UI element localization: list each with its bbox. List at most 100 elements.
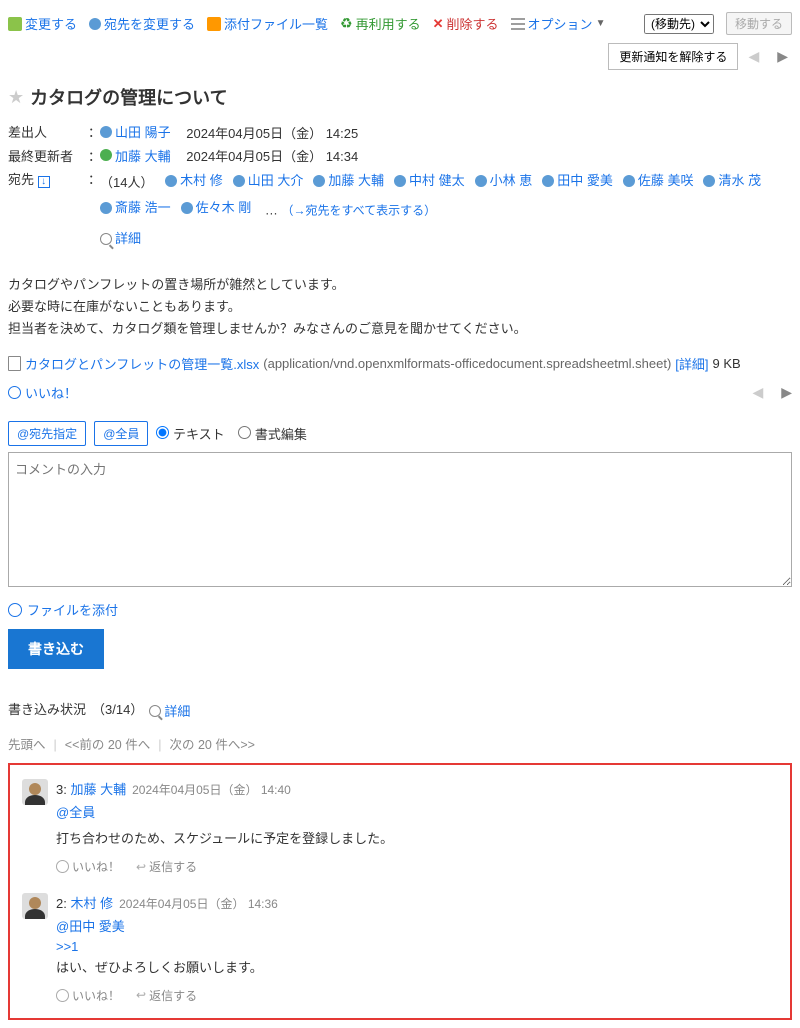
recipient-link[interactable]: 加藤 大輔 [328,169,384,194]
sender-value: 山田 陽子 2024年04月05日（金） 14:25 [100,122,792,142]
main-toolbar: 変更する 宛先を変更する 添付ファイル一覧 ♻再利用する ✕削除する オプション… [8,8,792,41]
recipient-link[interactable]: 佐藤 美咲 [638,169,694,194]
next-arrow-2[interactable]: ▶ [781,384,792,401]
comment-item: 2: 木村 修2024年04月05日（金） 14:36@田中 愛美>>1はい、ぜ… [22,893,778,1004]
recipient-detail-link[interactable]: 詳細 [100,227,141,252]
person-icon [89,18,101,30]
edit-icon [8,17,22,31]
comment-number: 2: [56,896,67,911]
recipient-link[interactable]: 佐々木 剛 [196,196,252,221]
prev-arrow[interactable]: ◀ [748,48,759,65]
comment-time: 2024年04月05日（金） 14:40 [132,783,291,797]
user-icon [475,175,487,187]
options-icon [511,18,525,30]
reply-icon: ↩ [136,988,146,1002]
avatar [22,779,48,805]
comment-reply-button[interactable]: ↩返信する [136,987,197,1004]
pager-top[interactable]: 先頭へ [8,738,46,752]
comment-author-link[interactable]: 加藤 大輔 [70,782,126,797]
attach-file-link[interactable]: ファイルを添付 [8,600,118,619]
reuse-link[interactable]: ♻再利用する [340,14,421,33]
clip-icon [8,603,22,617]
download-icon[interactable]: ↓ [38,176,50,188]
pager-prev[interactable]: <<前の 20 件へ [65,738,150,752]
stop-notification-button[interactable]: 更新通知を解除する [608,43,738,70]
sender-time: 2024年04月05日（金） 14:25 [186,126,358,141]
show-all-recipients-link[interactable]: （→宛先をすべて表示する） [282,203,437,217]
user-icon [394,175,406,187]
status-detail-link[interactable]: 詳細 [149,701,190,720]
submit-button[interactable]: 書き込む [8,629,104,669]
updater-time: 2024年04月05日（金） 14:34 [186,149,358,164]
magnifier-icon [100,233,112,245]
next-arrow[interactable]: ▶ [777,48,788,65]
smile-icon [56,989,69,1002]
user-icon [623,175,635,187]
sub-toolbar: 更新通知を解除する ◀ ▶ [8,41,792,78]
delete-link[interactable]: ✕削除する [433,14,499,33]
comment-like-button[interactable]: いいね！ [56,987,120,1004]
attachment-list-icon [207,17,221,31]
reply-icon: ↩ [136,860,146,874]
mention-link[interactable]: @全員 [56,802,95,821]
comment-number: 3: [56,782,67,797]
comment-ref-link[interactable]: >>1 [56,939,78,954]
like-button[interactable]: いいね！ [8,383,77,402]
attachments-link[interactable]: 添付ファイル一覧 [207,14,328,33]
mode-rich-radio[interactable]: 書式編集 [238,427,307,442]
magnifier-icon [149,705,161,717]
user-icon [100,202,112,214]
like-row: いいね！ ◀ ▶ [8,383,792,402]
user-icon [542,175,554,187]
recipient-link[interactable]: 山田 大介 [248,169,304,194]
comment-textarea[interactable] [8,452,792,587]
user-icon [165,175,177,187]
recipients-label: 宛先 ↓ [8,169,88,254]
reply-controls: @宛先指定 @全員 テキスト 書式編集 [8,421,792,446]
pager-row: 先頭へ|<<前の 20 件へ|次の 20 件へ>> [8,734,792,753]
recipient-link[interactable]: 木村 修 [180,169,223,194]
recipient-link[interactable]: 斎藤 浩一 [115,196,171,221]
recipients-value: （14人） 木村 修山田 大介加藤 大輔中村 健太小林 恵田中 愛美佐藤 美咲清… [100,169,792,254]
comment-author-link[interactable]: 木村 修 [70,896,113,911]
updater-link[interactable]: 加藤 大輔 [115,146,171,165]
recipient-link[interactable]: 清水 茂 [718,169,761,194]
write-status-row: 書き込み状況 （3/14） 詳細 [8,697,792,720]
at-all-button[interactable]: @全員 [94,421,148,446]
user-icon [100,126,112,138]
move-destination-select[interactable]: (移動先) [644,14,714,34]
subject-heading: カタログの管理について [30,84,227,110]
smile-icon [8,386,21,399]
user-icon [233,175,245,187]
pager-next[interactable]: 次の 20 件へ>> [169,738,254,752]
recipient-link[interactable]: 中村 健太 [409,169,465,194]
attachment-detail-link[interactable]: [詳細] [675,354,708,373]
attachment-row: カタログとパンフレットの管理一覧.xlsx (application/vnd.o… [8,354,792,373]
at-recipient-button[interactable]: @宛先指定 [8,421,86,446]
attachment-link[interactable]: カタログとパンフレットの管理一覧.xlsx [25,354,259,373]
comment-item: 3: 加藤 大輔 2024年04月05日（金） 14:40 @全員打ち合わせのため、… [22,779,778,875]
recycle-icon: ♻ [340,15,353,32]
nav-arrows: ◀ ▶ [748,48,788,65]
comment-reply-button[interactable]: ↩返信する [136,858,197,875]
user-icon [100,149,112,161]
edit-link[interactable]: 変更する [8,14,77,33]
comment-like-button[interactable]: いいね！ [56,858,120,875]
star-icon[interactable]: ★ [8,87,24,108]
user-icon [703,175,715,187]
avatar [22,893,48,919]
mention-link[interactable]: @田中 愛美 [56,916,125,935]
change-recipient-link[interactable]: 宛先を変更する [89,14,195,33]
recipient-link[interactable]: 田中 愛美 [557,169,613,194]
move-button[interactable]: 移動する [726,12,792,35]
user-icon [313,175,325,187]
mode-text-radio[interactable]: テキスト [156,427,224,442]
comment-text: 打ち合わせのため、スケジュールに予定を登録しました。 [56,829,778,850]
updater-label: 最終更新者 [8,146,88,166]
recipient-count: （14人） [100,175,153,190]
prev-arrow-2[interactable]: ◀ [752,384,763,401]
options-link[interactable]: オプション▼ [511,14,606,33]
recipient-link[interactable]: 小林 恵 [490,169,533,194]
meta-grid: 差出人 ： 山田 陽子 2024年04月05日（金） 14:25 最終更新者 ：… [8,122,792,254]
sender-link[interactable]: 山田 陽子 [115,122,171,141]
